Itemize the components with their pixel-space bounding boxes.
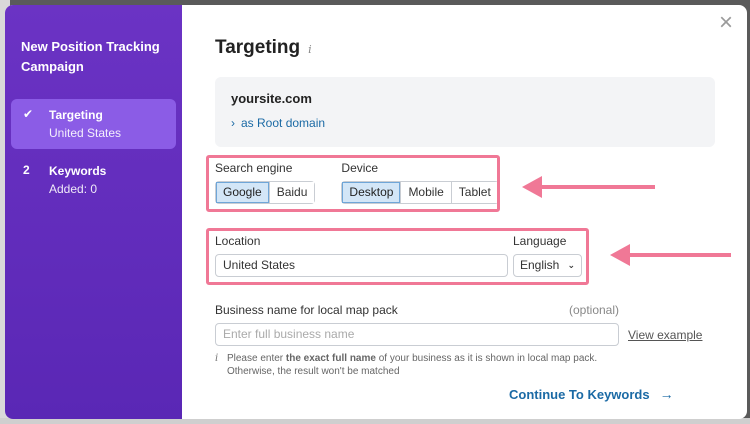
business-name-input[interactable]: Enter full business name [215,323,619,346]
annotation-arrow [522,176,655,198]
continue-button[interactable]: Continue To Keywords → [509,386,674,402]
optional-label: (optional) [568,303,619,317]
arrow-right-icon: → [659,386,674,402]
domain-name: yoursite.com [231,91,312,106]
view-example-link[interactable]: View example [628,328,702,342]
engine-device-row: Search engine Google Baidu Device Deskto… [206,155,715,218]
business-label: Business name for local map pack [215,303,398,317]
hint-text-pre: Please enter [226,353,286,364]
step-targeting[interactable]: ✔ Targeting United States [11,99,176,149]
business-input-row: Enter full business name View example [215,323,715,346]
chevron-right-icon: › [231,116,235,130]
close-icon[interactable]: × [715,11,737,35]
business-hint: i Please enter the exact full name of yo… [215,352,635,378]
step-subtitle: United States [49,126,122,140]
hint-text: Please enter the exact full name of your… [227,352,635,378]
title-row: Targeting i [215,37,715,59]
step-name: Keywords [49,164,107,178]
check-icon: ✔ [23,107,34,121]
step-number: 2 [23,163,30,177]
page-title: Targeting [215,37,301,58]
wizard-title: New Position Tracking Campaign [21,39,160,74]
domain-card: yoursite.com › as Root domain [215,77,715,147]
info-icon: i [215,353,219,364]
step-keywords[interactable]: 2 Keywords Added: 0 [11,155,176,205]
continue-label: Continue To Keywords [509,386,650,402]
domain-type-label: as Root domain [241,116,326,130]
step-name: Targeting [49,108,103,122]
targeting-panel: × Targeting i yoursite.com › as Root dom… [182,5,747,419]
step-subtitle: Added: 0 [49,182,98,196]
highlight-box [206,155,500,212]
business-label-row: Business name for local map pack (option… [215,303,619,317]
info-icon[interactable]: i [308,43,312,56]
wizard-sidebar: New Position Tracking Campaign ✔ Targeti… [5,5,182,419]
annotation-arrow [610,244,731,266]
campaign-modal: New Position Tracking Campaign ✔ Targeti… [5,5,747,419]
domain-type-toggle[interactable]: › as Root domain [231,116,715,130]
location-language-row: Location United States Language English … [206,228,715,286]
highlight-box [206,228,589,285]
hint-text-bold: the exact full name [285,353,376,364]
